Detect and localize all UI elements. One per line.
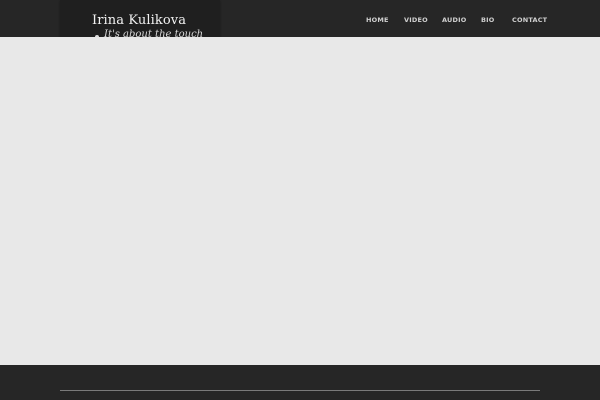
logo-name: Irina Kulikova: [92, 13, 187, 28]
nav-home[interactable]: HOME: [366, 15, 389, 27]
nav-audio[interactable]: AUDIO: [442, 15, 466, 27]
main-content: [0, 37, 600, 365]
nav-contact[interactable]: CONTACT: [512, 15, 547, 27]
footer: [0, 365, 600, 400]
nav-video[interactable]: VIDEO: [404, 15, 428, 27]
nav-bio[interactable]: BIO: [481, 15, 495, 27]
footer-divider: [60, 390, 540, 391]
